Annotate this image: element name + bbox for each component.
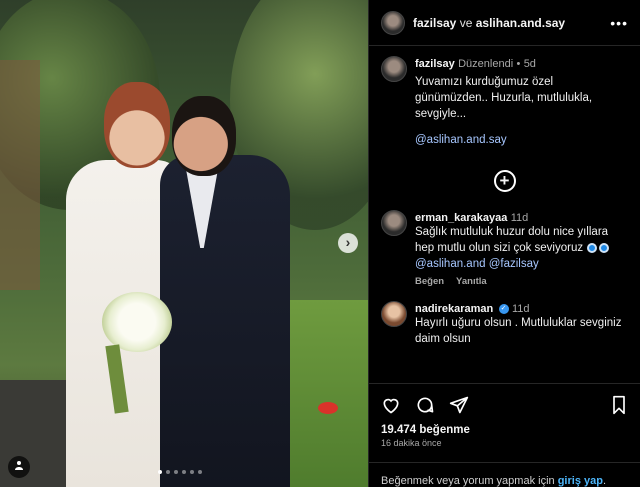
add-circle-icon[interactable]: + — [493, 170, 516, 192]
avatar[interactable] — [381, 10, 405, 35]
avatar[interactable] — [381, 56, 407, 82]
avatar[interactable] — [381, 210, 407, 236]
login-prompt: Beğenmek veya yorum yapmak için giriş ya… — [369, 462, 640, 487]
comment-body: Sağlık mutluluk huzur dolu nice yıllara … — [415, 226, 609, 254]
avatar[interactable] — [381, 301, 407, 327]
comment-mention[interactable]: @fazilsay — [489, 258, 539, 270]
conjunction: ve — [459, 15, 473, 30]
author-link[interactable]: aslihan.and.say — [476, 16, 565, 30]
caption-row: fazilsay Düzenlendi • 5d Yuvamızı kurduğ… — [381, 56, 628, 148]
groom-figure — [160, 155, 290, 487]
carousel-dots — [158, 470, 202, 474]
comment-mention[interactable]: @aslihan.and — [415, 258, 486, 270]
user-tag-icon[interactable] — [8, 456, 30, 478]
carousel-dot — [158, 470, 162, 474]
comment-text: Sağlık mutluluk huzur dolu nice yıllara … — [415, 224, 628, 272]
comment-row: erman_karakayaa 11d Sağlık mutluluk huzu… — [381, 210, 628, 287]
groom-head — [172, 96, 236, 176]
action-bar — [381, 392, 628, 418]
house-wall — [0, 60, 40, 290]
bouquet — [102, 292, 172, 352]
login-prefix: Beğenmek veya yorum yapmak için — [381, 475, 555, 487]
caption-mention[interactable]: @aslihan.and.say — [415, 132, 628, 148]
reply-button[interactable]: Yanıtla — [456, 276, 487, 287]
bride-head — [104, 82, 170, 168]
comment-row: nadirekaraman ✓ 11d Hayırlı uğuru olsun … — [381, 301, 628, 347]
emoji-icon — [587, 242, 598, 253]
comment-actions: Beğen Yanıtla — [415, 276, 628, 287]
carousel-dot — [198, 470, 202, 474]
post-sidebar: fazilsay ve aslihan.and.say ••• fazilsay… — [368, 0, 640, 487]
comment-text: Hayırlı uğuru olsun . Mutluluklar sevgin… — [415, 315, 628, 347]
comment-time: 11d — [511, 303, 530, 315]
heart-icon[interactable] — [381, 395, 401, 415]
comment-username[interactable]: nadirekaraman — [415, 303, 493, 315]
caption-time: 5d — [523, 58, 536, 70]
post-authors: fazilsay ve aslihan.and.say — [413, 16, 565, 30]
comments-panel[interactable]: fazilsay Düzenlendi • 5d Yuvamızı kurduğ… — [369, 46, 640, 383]
comment-time: 11d — [510, 212, 529, 224]
likes-count[interactable]: 19.474 beğenme — [381, 424, 628, 436]
post-photo[interactable]: › — [0, 0, 368, 487]
comment-body: Hayırlı uğuru olsun . Mutluluklar sevgin… — [415, 317, 622, 345]
post-footer: 19.474 beğenme 16 dakika önce — [369, 383, 640, 448]
carousel-dot — [166, 470, 170, 474]
more-icon[interactable]: ••• — [610, 15, 628, 31]
carousel-dot — [190, 470, 194, 474]
carousel-dot — [182, 470, 186, 474]
post-header: fazilsay ve aslihan.and.say ••• — [369, 0, 640, 46]
comment-icon[interactable] — [415, 395, 435, 415]
post-time: 16 dakika önce — [381, 438, 442, 448]
login-suffix: . — [602, 475, 607, 487]
separator: • — [516, 58, 521, 70]
carousel-dot — [174, 470, 178, 474]
login-link[interactable]: giriş yap — [558, 475, 603, 487]
post-viewer: › fazilsay ve aslihan.and.say ••• fazils… — [0, 0, 640, 487]
verified-icon: ✓ — [498, 303, 509, 314]
caption-text: Yuvamızı kurduğumuz özel günümüzden.. Hu… — [415, 76, 593, 120]
comment-username[interactable]: erman_karakayaa — [415, 212, 507, 224]
caption-username[interactable]: fazilsay — [415, 58, 455, 70]
bookmark-icon[interactable] — [610, 395, 628, 415]
author-link[interactable]: fazilsay — [413, 16, 456, 30]
like-comment-button[interactable]: Beğen — [415, 276, 444, 287]
emoji-icon — [599, 242, 610, 253]
chevron-right-icon[interactable]: › — [338, 233, 358, 253]
roses — [318, 402, 338, 414]
edited-label: Düzenlendi — [458, 58, 514, 70]
share-icon[interactable] — [449, 395, 469, 415]
